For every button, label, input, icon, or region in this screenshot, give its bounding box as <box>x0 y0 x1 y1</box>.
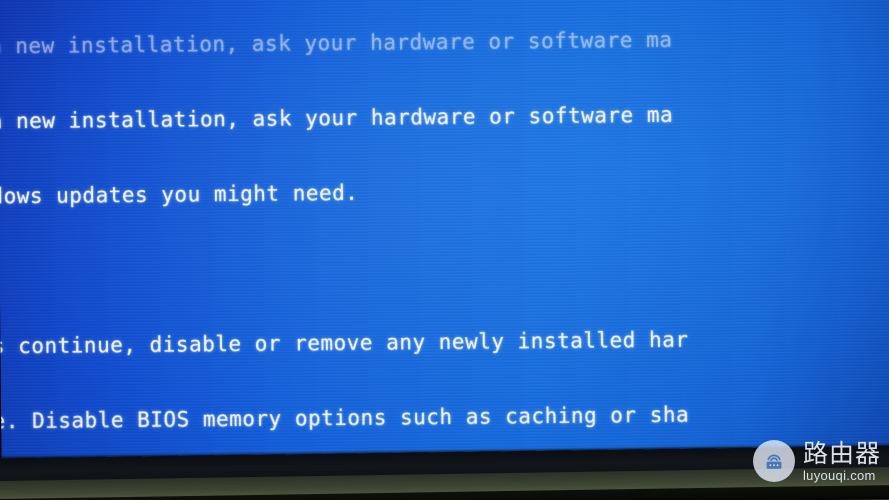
bsod-text-block: is a new installation, ask your hardware… <box>0 0 889 470</box>
bsod-line: lems continue, disable or remove any new… <box>0 327 689 359</box>
watermark-brand: 路由器 <box>802 438 881 468</box>
bsod-line-spacer <box>0 249 889 284</box>
bsod-line: windows updates you might need. <box>0 180 359 209</box>
watermark: 路由器 luyouqi.com <box>752 440 881 482</box>
photo-canvas: is a new installation, ask your hardware… <box>0 0 889 500</box>
monitor-screen: is a new installation, ask your hardware… <box>0 0 889 471</box>
watermark-text: 路由器 luyouqi.com <box>803 441 881 482</box>
bsod-line: is a new installation, ask your hardware… <box>0 102 674 134</box>
watermark-url: luyouqi.com <box>802 467 876 483</box>
router-icon <box>752 440 795 482</box>
bsod-line: ware. Disable BIOS memory options such a… <box>0 402 690 434</box>
bsod-line: is a new installation, ask your hardware… <box>0 27 673 59</box>
